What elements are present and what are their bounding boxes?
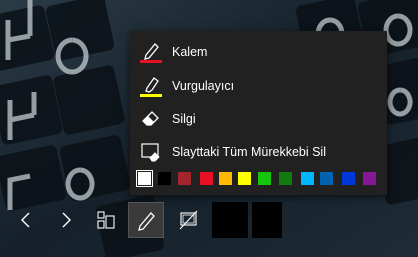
color-swatch[interactable] [363, 172, 376, 185]
menu-item-label: Kalem [172, 45, 208, 59]
eraser-icon [142, 111, 159, 126]
toolbar-blank-slot [252, 202, 282, 238]
menu-item-pen[interactable]: Kalem [130, 37, 387, 67]
next-slide-button[interactable] [48, 202, 84, 238]
color-swatch[interactable] [136, 170, 153, 187]
screen-options-button[interactable] [170, 202, 206, 238]
color-swatch[interactable] [158, 172, 171, 185]
ink-tools-menu: Kalem Vurgulayıcı Silgi Slayttaki Tüm Mü… [130, 31, 387, 195]
color-swatch[interactable] [301, 172, 314, 185]
erase-all-ink-icon [141, 143, 160, 162]
slides-grid-icon [97, 211, 115, 229]
color-swatch[interactable] [200, 172, 213, 185]
chevron-right-icon [62, 212, 71, 228]
menu-item-highlighter[interactable]: Vurgulayıcı [130, 71, 387, 101]
color-swatch[interactable] [342, 172, 355, 185]
highlighter-icon [140, 77, 162, 97]
color-swatch[interactable] [258, 172, 271, 185]
see-all-slides-button[interactable] [88, 202, 124, 238]
menu-item-eraser[interactable]: Silgi [130, 104, 387, 134]
menu-item-label: Vurgulayıcı [172, 79, 235, 93]
toolbar-blank-slot [212, 202, 248, 238]
previous-slide-button[interactable] [8, 202, 44, 238]
color-swatch[interactable] [219, 172, 232, 185]
menu-item-label: Slayttaki Tüm Mürekkebi Sil [172, 145, 326, 159]
pen-tools-button[interactable] [128, 202, 164, 238]
pen-icon [140, 43, 162, 63]
menu-item-label: Silgi [172, 112, 196, 126]
menu-item-erase-all-ink[interactable]: Slayttaki Tüm Mürekkebi Sil [130, 137, 387, 167]
color-swatch[interactable] [178, 172, 191, 185]
pen-icon [138, 212, 155, 231]
screen-toggle-icon [179, 210, 198, 230]
slideshow-toolbar [0, 197, 418, 243]
color-swatch[interactable] [279, 172, 292, 185]
color-swatch[interactable] [238, 172, 251, 185]
color-swatch[interactable] [320, 172, 333, 185]
chevron-left-icon [21, 212, 30, 228]
